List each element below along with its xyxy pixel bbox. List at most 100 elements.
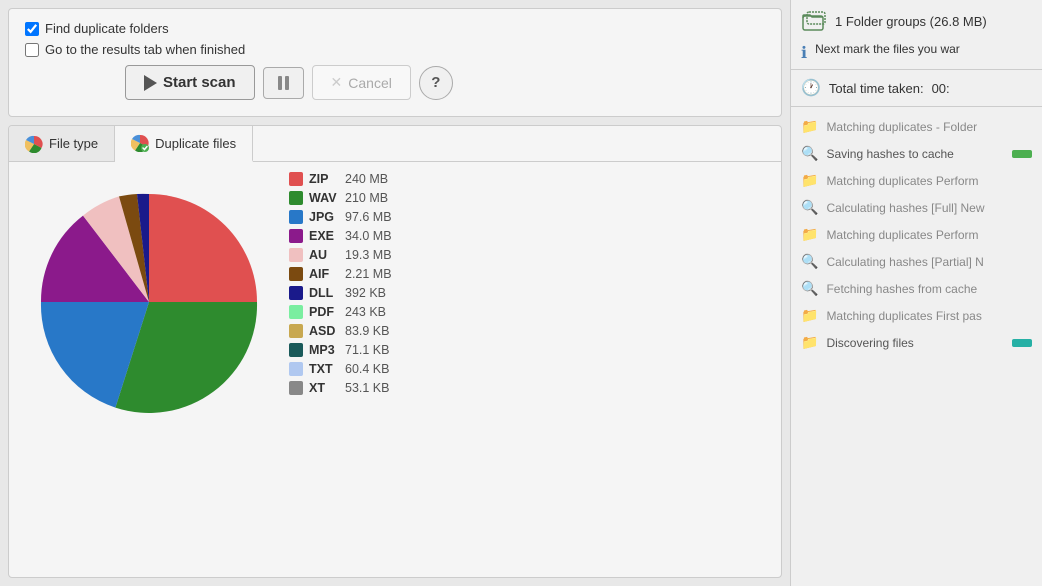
task-discovering-files: 📁 Discovering files bbox=[791, 329, 1042, 356]
legend-label-asd: ASD bbox=[309, 324, 339, 338]
cancel-x-icon: ✕ bbox=[331, 74, 343, 91]
legend-color-exe bbox=[289, 229, 303, 243]
cancel-button[interactable]: ✕ Cancel bbox=[312, 65, 411, 100]
duplicate-files-tab-icon bbox=[131, 134, 149, 152]
legend-label-pdf: PDF bbox=[309, 305, 339, 319]
legend-color-xt bbox=[289, 381, 303, 395]
task-label-7: Fetching hashes from cache bbox=[826, 282, 1032, 296]
task-matching-perform-1: 📁 Matching duplicates Perform bbox=[791, 167, 1042, 194]
button-row: Start scan ✕ Cancel ? bbox=[25, 65, 765, 100]
legend-size-au: 19.3 MB bbox=[345, 248, 392, 262]
folder-groups-icon bbox=[801, 10, 827, 32]
top-controls: Find duplicate folders Go to the results… bbox=[8, 8, 782, 117]
task-folder-icon-5: 📁 bbox=[801, 334, 818, 351]
legend-size-jpg: 97.6 MB bbox=[345, 210, 392, 224]
tab-duplicate-files[interactable]: Duplicate files bbox=[115, 126, 253, 162]
legend-color-mp3 bbox=[289, 343, 303, 357]
task-fingerprint-icon-3: 🔍 bbox=[801, 253, 818, 270]
goto-results-checkbox[interactable] bbox=[25, 43, 39, 57]
duplicate-files-tab-label: Duplicate files bbox=[155, 136, 236, 151]
goto-results-label: Go to the results tab when finished bbox=[45, 42, 245, 57]
legend-item-dll: DLL 392 KB bbox=[289, 286, 767, 300]
task-list: 📁 Matching duplicates - Folder 🔍 Saving … bbox=[791, 107, 1042, 586]
info-row: ℹ Next mark the files you war bbox=[791, 38, 1042, 70]
legend-item-asd: ASD 83.9 KB bbox=[289, 324, 767, 338]
legend-size-txt: 60.4 KB bbox=[345, 362, 389, 376]
file-type-tab-label: File type bbox=[49, 136, 98, 151]
total-time-value: 00: bbox=[932, 81, 950, 96]
file-type-tab-icon bbox=[25, 135, 43, 153]
task-folder-icon-1: 📁 bbox=[801, 118, 818, 135]
find-duplicates-row: Find duplicate folders bbox=[25, 21, 765, 36]
task-label-5: Matching duplicates Perform bbox=[826, 228, 1032, 242]
task-matching-first-pass: 📁 Matching duplicates First pas bbox=[791, 302, 1042, 329]
clock-icon: 🕐 bbox=[801, 78, 821, 98]
pie-chart-container bbox=[19, 172, 279, 432]
help-label: ? bbox=[431, 74, 440, 91]
task-label-9: Discovering files bbox=[826, 336, 1004, 350]
find-duplicates-checkbox[interactable] bbox=[25, 22, 39, 36]
legend-color-dll bbox=[289, 286, 303, 300]
task-label-3: Matching duplicates Perform bbox=[826, 174, 1032, 188]
legend-size-zip: 240 MB bbox=[345, 172, 388, 186]
start-scan-label: Start scan bbox=[163, 74, 236, 91]
legend-item-zip: ZIP 240 MB bbox=[289, 172, 767, 186]
legend-color-jpg bbox=[289, 210, 303, 224]
legend-size-dll: 392 KB bbox=[345, 286, 386, 300]
tab-file-type[interactable]: File type bbox=[9, 126, 115, 161]
legend-size-wav: 210 MB bbox=[345, 191, 388, 205]
start-scan-button[interactable]: Start scan bbox=[125, 65, 255, 100]
folder-groups-row: 1 Folder groups (26.8 MB) bbox=[791, 0, 1042, 38]
task-folder-icon-4: 📁 bbox=[801, 307, 818, 324]
legend-label-mp3: MP3 bbox=[309, 343, 339, 357]
legend-label-aif: AIF bbox=[309, 267, 339, 281]
legend-size-pdf: 243 KB bbox=[345, 305, 386, 319]
task-folder-icon-2: 📁 bbox=[801, 172, 818, 189]
legend-label-zip: ZIP bbox=[309, 172, 339, 186]
play-icon bbox=[144, 75, 157, 91]
legend-color-pdf bbox=[289, 305, 303, 319]
legend-color-zip bbox=[289, 172, 303, 186]
legend-container[interactable]: ZIP 240 MB WAV 210 MB JPG 97.6 MB EXE 34… bbox=[289, 172, 771, 462]
task-fingerprint-icon-1: 🔍 bbox=[801, 145, 818, 162]
total-time-label: Total time taken: bbox=[829, 81, 924, 96]
legend-label-au: AU bbox=[309, 248, 339, 262]
task-fetching-hashes: 🔍 Fetching hashes from cache bbox=[791, 275, 1042, 302]
task-fingerprint-icon-2: 🔍 bbox=[801, 199, 818, 216]
legend-label-wav: WAV bbox=[309, 191, 339, 205]
task-label-8: Matching duplicates First pas bbox=[826, 309, 1032, 323]
pie-chart bbox=[29, 182, 269, 422]
legend-size-xt: 53.1 KB bbox=[345, 381, 389, 395]
legend-size-aif: 2.21 MB bbox=[345, 267, 392, 281]
task-saving-hashes: 🔍 Saving hashes to cache bbox=[791, 140, 1042, 167]
legend-label-jpg: JPG bbox=[309, 210, 339, 224]
task-calc-hashes-full: 🔍 Calculating hashes [Full] New bbox=[791, 194, 1042, 221]
task-progress-1 bbox=[1012, 150, 1032, 158]
pause-bar-2 bbox=[285, 76, 289, 90]
task-label-2: Saving hashes to cache bbox=[826, 147, 1004, 161]
cancel-label: Cancel bbox=[348, 75, 392, 91]
task-matching-perform-2: 📁 Matching duplicates Perform bbox=[791, 221, 1042, 248]
task-fingerprint-icon-4: 🔍 bbox=[801, 280, 818, 297]
pause-button[interactable] bbox=[263, 67, 304, 99]
legend-size-asd: 83.9 KB bbox=[345, 324, 389, 338]
task-folder-icon-3: 📁 bbox=[801, 226, 818, 243]
legend-color-txt bbox=[289, 362, 303, 376]
legend-color-au bbox=[289, 248, 303, 262]
help-button[interactable]: ? bbox=[419, 66, 453, 100]
legend-label-dll: DLL bbox=[309, 286, 339, 300]
legend-item-aif: AIF 2.21 MB bbox=[289, 267, 767, 281]
legend-item-jpg: JPG 97.6 MB bbox=[289, 210, 767, 224]
legend-item-mp3: MP3 71.1 KB bbox=[289, 343, 767, 357]
left-panel: Find duplicate folders Go to the results… bbox=[0, 0, 790, 586]
legend-label-txt: TXT bbox=[309, 362, 339, 376]
legend-color-asd bbox=[289, 324, 303, 338]
legend-item-exe: EXE 34.0 MB bbox=[289, 229, 767, 243]
legend-size-mp3: 71.1 KB bbox=[345, 343, 389, 357]
pause-bar-1 bbox=[278, 76, 282, 90]
legend-item-xt: XT 53.1 KB bbox=[289, 381, 767, 395]
tabs-header: File type Duplicate files bbox=[9, 126, 781, 162]
legend-label-exe: EXE bbox=[309, 229, 339, 243]
task-label-1: Matching duplicates - Folder bbox=[826, 120, 1032, 134]
pause-icon bbox=[278, 76, 289, 90]
